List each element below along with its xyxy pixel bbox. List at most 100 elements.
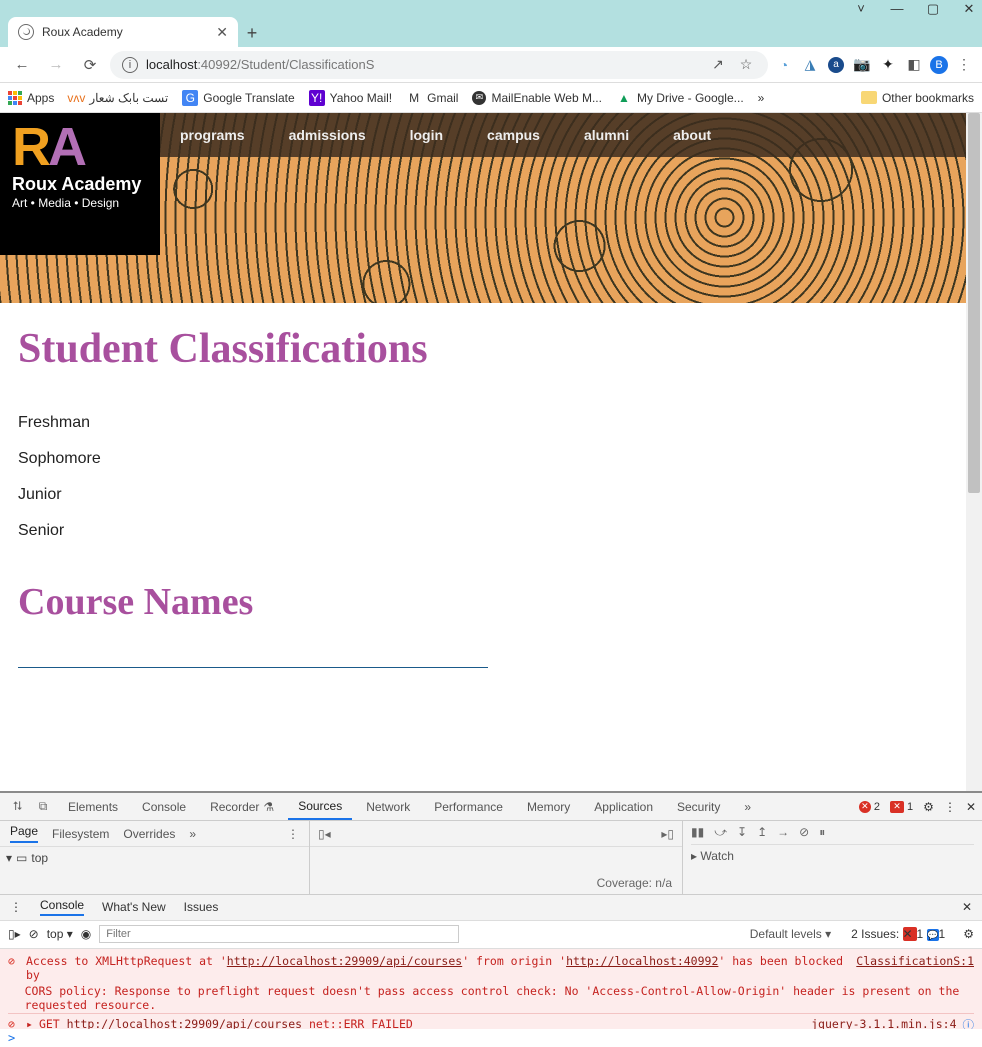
browser-tab[interactable]: Roux Academy ✕ — [8, 17, 238, 47]
tab-performance[interactable]: Performance — [424, 793, 513, 820]
nav-about[interactable]: about — [673, 127, 711, 143]
msg-source-link[interactable]: ClassificationS:1 — [856, 954, 974, 968]
drawer-tab-console[interactable]: Console — [40, 898, 84, 916]
nav-programs[interactable]: programs — [180, 127, 245, 143]
back-button[interactable]: ← — [8, 51, 36, 79]
bookmark-item[interactable]: GGoogle Translate — [182, 90, 294, 106]
window-minimize[interactable]: — — [890, 2, 904, 16]
extension-icon-2[interactable]: ◮ — [800, 55, 820, 75]
tab-memory[interactable]: Memory — [517, 793, 580, 820]
tree-caret-icon[interactable]: ▾ — [6, 851, 12, 865]
subtab-overrides[interactable]: Overrides — [123, 827, 175, 841]
site-info-icon[interactable]: i — [122, 57, 138, 73]
forward-button[interactable]: → — [42, 51, 70, 79]
clear-console-icon[interactable]: ⊘ — [29, 927, 39, 941]
settings-gear-icon[interactable]: ⚙ — [923, 800, 934, 814]
panel-icon[interactable]: ◧ — [904, 55, 924, 75]
window-close[interactable]: ✕ — [962, 2, 976, 16]
deactivate-bp-icon[interactable]: ⊘ — [799, 825, 809, 840]
nav-campus[interactable]: campus — [487, 127, 540, 143]
subtab-page[interactable]: Page — [10, 824, 38, 843]
bookmark-label: My Drive - Google... — [637, 91, 744, 105]
console-prompt[interactable]: > — [0, 1029, 982, 1047]
pause-exceptions-icon[interactable]: ⏸ — [819, 825, 825, 840]
step-into-icon[interactable]: ↧ — [737, 825, 747, 840]
devtools-menu-icon[interactable]: ⋮ — [944, 800, 956, 814]
nav-login[interactable]: login — [410, 127, 443, 143]
error-count-badge[interactable]: ✕2 — [859, 801, 880, 813]
prev-frame-icon[interactable]: ▯◂ — [318, 827, 331, 841]
camera-icon[interactable]: 📷 — [852, 55, 872, 75]
tab-network[interactable]: Network — [356, 793, 420, 820]
address-bar[interactable]: i localhost:40992/Student/Classification… — [110, 51, 768, 79]
navigator-menu-icon[interactable]: ⋮ — [287, 827, 299, 841]
extension-icon-1[interactable]: ◔ — [774, 55, 794, 75]
next-frame-icon[interactable]: ▸▯ — [661, 827, 674, 841]
device-toggle-icon[interactable]: ⧉ — [32, 799, 54, 814]
scrollbar-thumb[interactable] — [968, 113, 980, 493]
chrome-menu-icon[interactable]: ⋮ — [954, 55, 974, 75]
extensions-puzzle-icon[interactable]: ✦ — [878, 55, 898, 75]
console-filter-input[interactable] — [99, 925, 459, 943]
bookmark-item[interactable]: ✉MailEnable Web M... — [472, 91, 602, 105]
context-selector[interactable]: top ▾ — [47, 927, 73, 941]
nav-alumni[interactable]: alumni — [584, 127, 629, 143]
msg-url[interactable]: http://localhost:29909/api/courses — [227, 954, 462, 968]
issues-summary[interactable]: 2 Issues: ✕1 💬1 — [851, 927, 945, 942]
site-logo[interactable]: RA Roux Academy Art • Media • Design — [0, 113, 160, 255]
subtabs-overflow[interactable]: » — [189, 827, 196, 841]
msg-source-link[interactable]: jquery-3.1.1.min.js:4 — [811, 1017, 956, 1030]
console-message: CORS policy: Response to preflight reque… — [8, 983, 974, 1013]
subtab-filesystem[interactable]: Filesystem — [52, 827, 109, 841]
window-restore[interactable]: ▢ — [926, 2, 940, 16]
watch-caret-icon[interactable]: ▸ — [691, 849, 697, 863]
bookmark-item[interactable]: vʌvتست بابک شعار — [68, 90, 168, 106]
file-tree[interactable]: ▾▭top — [0, 847, 309, 894]
info-icon[interactable]: ⓘ — [963, 1017, 975, 1030]
extension-icon-3[interactable]: a — [826, 55, 846, 75]
msg-url[interactable]: http://localhost:29909/api/courses — [67, 1017, 302, 1030]
tab-sources[interactable]: Sources — [288, 793, 352, 820]
live-expr-icon[interactable]: ◉ — [81, 927, 91, 941]
bookmark-star-icon[interactable]: ☆ — [736, 55, 756, 75]
tabs-overflow[interactable]: » — [734, 793, 761, 820]
drawer-menu-icon[interactable]: ⋮ — [10, 900, 22, 914]
devtools-close-icon[interactable]: ✕ — [966, 800, 976, 814]
error-box-badge[interactable]: ✕1 — [890, 801, 913, 813]
console-sidebar-icon[interactable]: ▯▸ — [8, 927, 21, 941]
bookmark-item[interactable]: ▲My Drive - Google... — [616, 90, 744, 106]
bookmarks-overflow[interactable]: » — [758, 91, 765, 105]
msg-url[interactable]: http://localhost:40992 — [566, 954, 718, 968]
tab-console[interactable]: Console — [132, 793, 196, 820]
reload-button[interactable]: ⟳ — [76, 51, 104, 79]
share-icon[interactable]: ↗ — [708, 55, 728, 75]
drawer-close-icon[interactable]: ✕ — [962, 900, 972, 914]
new-tab-button[interactable]: + — [238, 19, 266, 47]
devtools-main: Page Filesystem Overrides » ⋮ ▾▭top ▯◂ ▸… — [0, 821, 982, 895]
window-caret[interactable]: ˅ — [854, 2, 868, 16]
tab-elements[interactable]: Elements — [58, 793, 128, 820]
tab-title: Roux Academy — [42, 25, 208, 39]
tab-close-icon[interactable]: ✕ — [216, 24, 228, 41]
console-settings-icon[interactable]: ⚙ — [963, 927, 974, 941]
tab-application[interactable]: Application — [584, 793, 663, 820]
expand-arrow-icon[interactable]: ▸ — [26, 1017, 33, 1030]
course-input[interactable] — [18, 648, 488, 668]
tab-security[interactable]: Security — [667, 793, 730, 820]
profile-avatar[interactable]: B — [930, 56, 948, 74]
tab-recorder[interactable]: Recorder ⚗ — [200, 793, 284, 820]
log-levels-selector[interactable]: Default levels ▾ — [750, 927, 831, 941]
drawer-tab-issues[interactable]: Issues — [184, 900, 219, 914]
nav-admissions[interactable]: admissions — [289, 127, 366, 143]
bookmark-item[interactable]: MGmail — [406, 90, 458, 106]
step-icon[interactable]: → — [777, 825, 789, 840]
bookmark-item[interactable]: Y!Yahoo Mail! — [309, 90, 392, 106]
step-over-icon[interactable]: ⤻ — [714, 825, 727, 840]
apps-shortcut[interactable]: Apps — [8, 91, 54, 105]
step-out-icon[interactable]: ↥ — [757, 825, 767, 840]
inspect-element-icon[interactable]: ⮁ — [6, 799, 28, 814]
other-bookmarks[interactable]: Other bookmarks — [861, 91, 974, 105]
drawer-tab-whatsnew[interactable]: What's New — [102, 900, 166, 914]
pause-icon[interactable]: ▮▮ — [691, 825, 704, 840]
scrollbar-track[interactable] — [966, 113, 982, 791]
